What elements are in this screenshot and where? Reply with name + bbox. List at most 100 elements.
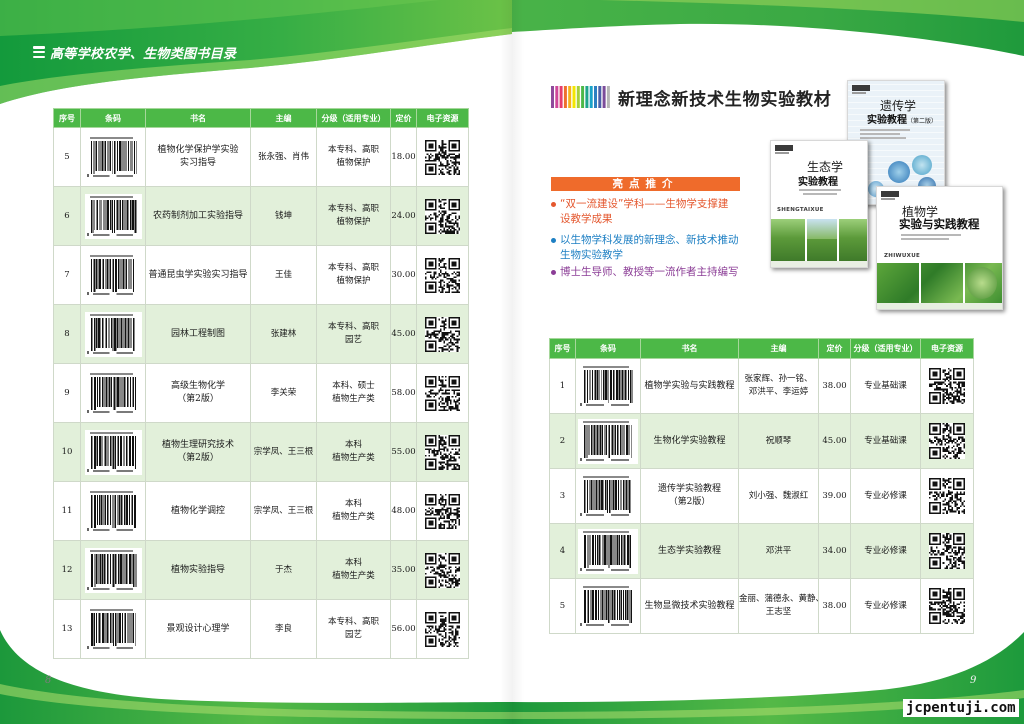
bullet-dot-icon [551, 270, 556, 275]
bullet-text: 博士生导师、教授等一流作者主持编写 [560, 265, 739, 280]
editor-line: 邓洪平、李运婷 [748, 387, 809, 397]
cell-level: 专业必修课 [850, 468, 921, 524]
cell-e-resource [416, 245, 469, 305]
table-row: 8 园林工程制图 张建林 本专科、高职 园艺 45.00 [53, 304, 469, 364]
cell-e-resource [416, 422, 469, 482]
level-line: 植物生产类 [332, 571, 375, 581]
level-line: 专业必修课 [864, 545, 907, 556]
editor-line: 邓洪平 [765, 545, 792, 556]
cell-barcode [80, 422, 146, 482]
level-line: 本专科、高职 [327, 204, 379, 214]
book-title-line: 植物化学保护学实验 [157, 145, 239, 155]
column-header-e-resource: 电子资源 [920, 338, 974, 359]
cell-e-resource [920, 523, 974, 579]
qr-code-icon [425, 493, 460, 529]
level-line: 本专科、高职 [327, 322, 379, 332]
bullet-line: 设教学成果 [560, 213, 613, 225]
table-row: 5 植物化学保护学实验 实习指导 张永强、肖伟 本专科、高职 植物保护 18.00 [53, 127, 469, 187]
cell-level: 本专科、高职 植物保护 [316, 245, 391, 305]
editor-line: 李良 [274, 623, 292, 634]
cell-editor: 王佳 [250, 245, 317, 305]
cell-serial-number: 4 [549, 523, 576, 579]
qr-code-icon [929, 478, 965, 514]
highlight-bullet: 博士生导师、教授等一流作者主持编写 [551, 265, 739, 280]
cell-e-resource [920, 468, 974, 524]
qr-code-icon [425, 257, 460, 293]
cell-serial-number: 11 [53, 481, 81, 541]
cell-level: 专业必修课 [850, 523, 921, 579]
cell-serial-number: 9 [53, 363, 81, 423]
level-line: 植物保护 [336, 158, 371, 168]
cell-editor: 李良 [250, 599, 317, 659]
level-line: 本科 [344, 440, 362, 450]
table-row: 7 普通昆虫学实验实习指导 王佳 本专科、高职 植物保护 30.00 [53, 245, 469, 305]
rainbow-bars-icon [551, 86, 610, 108]
cell-e-resource [920, 358, 974, 414]
cell-barcode [80, 245, 146, 305]
cell-serial-number: 5 [549, 578, 576, 634]
cell-editor: 张建林 [250, 304, 317, 364]
highlight-bullet: “双一流建设”学科——生物学支撑建 设教学成果 [551, 197, 728, 227]
level-line: 本专科、高职 [327, 263, 379, 273]
cell-editor: 于杰 [250, 540, 317, 600]
barcode-icon [578, 363, 638, 409]
table-row: 3 遗传学实验教程 （第2版） 刘小强、魏淑红 39.00 专业必修课 [549, 468, 974, 524]
qr-code-icon [929, 588, 965, 624]
feature-title: 新理念新技术生物实验教材 [618, 90, 832, 110]
cell-serial-number: 2 [549, 413, 576, 469]
editor-line: 金丽、蒲德永、黄静、 [739, 594, 819, 604]
qr-code-icon [425, 434, 460, 470]
qr-code-icon [425, 611, 460, 647]
right-book-table: 序号 条码 书名 主编 定价 分级（适用专业） 电子资源 1 植物学实验与实践教程 张家辉、孙一… [549, 338, 974, 634]
cell-barcode [80, 599, 146, 659]
cell-barcode [80, 304, 146, 364]
cell-barcode [80, 127, 146, 187]
cell-e-resource [416, 304, 469, 364]
editor-line: 宗学凤、王三根 [253, 505, 314, 516]
level-line: 植物保护 [336, 276, 371, 286]
book-title-line: 植物生理研究技术 [161, 440, 234, 450]
editor-line: 李关荣 [270, 387, 297, 398]
cell-barcode [575, 413, 641, 469]
qr-code-icon [425, 139, 460, 175]
cell-serial-number: 10 [53, 422, 81, 482]
cell-serial-number: 3 [549, 468, 576, 524]
qr-code-icon [425, 198, 460, 234]
table-row: 11 植物化学调控 宗学凤、王三根 本科 植物生产类 48.00 [53, 481, 469, 541]
cell-e-resource [416, 127, 469, 187]
bullet-line: 博士生导师、教授等一流作者主持编写 [560, 266, 739, 278]
cell-price: 34.00 [818, 523, 851, 579]
book-cover-ecology: 生态学 实验教程 SHENGTAIXUE [770, 140, 868, 268]
cell-e-resource [416, 186, 469, 246]
cell-level: 专业基础课 [850, 358, 921, 414]
book-title-line: （第2版） [177, 453, 219, 463]
book-subtitle: 实验教程 [798, 177, 838, 188]
bullet-line: 以生物学科发展的新理念、新技术推动 [560, 234, 739, 246]
cell-serial-number: 13 [53, 599, 81, 659]
cell-book-title: 生物化学实验教程 [640, 413, 739, 469]
cell-level: 本专科、高职 植物保护 [316, 186, 391, 246]
cell-barcode [80, 363, 146, 423]
table-row: 1 植物学实验与实践教程 张家辉、孙一铭、 邓洪平、李运婷 38.00 专业基础课 [549, 358, 974, 414]
table-row: 5 生物显微技术实验教程 金丽、蒲德永、黄静、 王志坚 38.00 专业必修课 [549, 578, 974, 634]
cell-level: 本专科、高职 园艺 [316, 304, 391, 364]
book-title-line: 景观设计心理学 [166, 623, 230, 634]
table-row: 12 植物实验指导 于杰 本科 植物生产类 35.00 [53, 540, 469, 600]
book-title-line: 高级生物化学 [170, 381, 225, 391]
book-title-line: 园林工程制图 [170, 328, 225, 339]
cell-price: 45.00 [390, 304, 417, 364]
cell-e-resource [416, 540, 469, 600]
qr-code-icon [425, 552, 460, 588]
barcode-icon [84, 311, 142, 357]
editor-line: 刘小强、魏淑红 [748, 490, 809, 501]
cell-book-title: 普通昆虫学实验实习指导 [145, 245, 251, 305]
barcode-icon [84, 193, 142, 239]
cell-book-title: 遗传学实验教程 （第2版） [640, 468, 739, 524]
barcode-icon [84, 606, 142, 652]
cell-price: 38.00 [818, 358, 851, 414]
highlight-bullet: 以生物学科发展的新理念、新技术推动 生物实验教学 [551, 233, 739, 263]
cell-level: 本科、硕士 植物生产类 [316, 363, 391, 423]
cell-price: 58.00 [390, 363, 417, 423]
cell-book-title: 农药制剂加工实验指导 [145, 186, 251, 246]
barcode-icon [84, 370, 142, 416]
